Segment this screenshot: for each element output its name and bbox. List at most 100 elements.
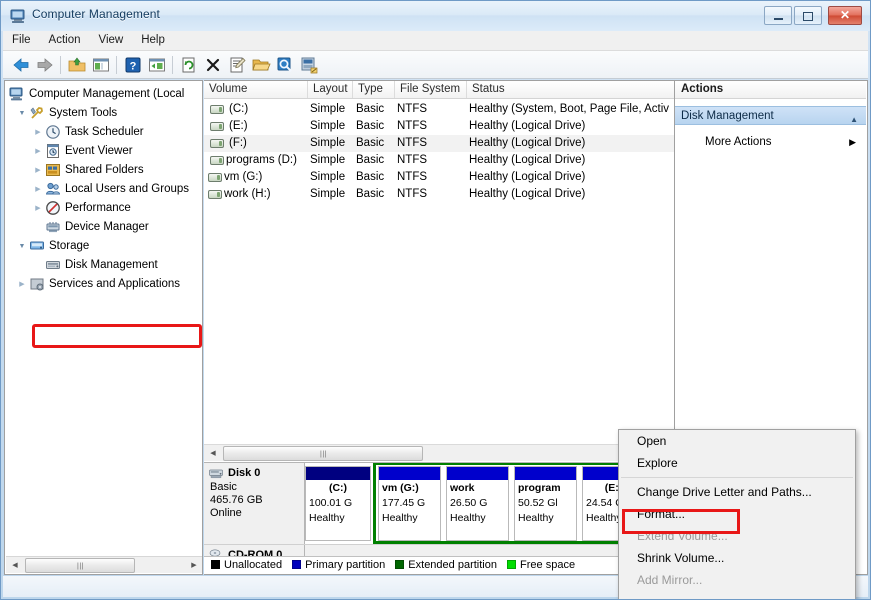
context-menu-item-format[interactable]: Format... bbox=[619, 503, 855, 525]
table-row[interactable]: programs (D:) Simple Basic NTFS Healthy … bbox=[204, 152, 674, 169]
menu-file[interactable]: File bbox=[3, 31, 40, 49]
legend-extended-partition: Extended partition bbox=[395, 559, 497, 571]
drive-icon bbox=[210, 156, 224, 165]
chevron-right-icon[interactable]: ▶ bbox=[33, 180, 43, 199]
clock-icon bbox=[46, 125, 60, 139]
cell-type: Basic bbox=[356, 137, 385, 149]
tree-label: Local Users and Groups bbox=[65, 183, 190, 195]
tree-label: Performance bbox=[65, 202, 131, 214]
chevron-up-icon[interactable]: ▲ bbox=[850, 111, 858, 129]
search-icon[interactable] bbox=[275, 55, 295, 75]
legend-swatch-unallocated bbox=[211, 560, 220, 569]
context-menu-item-explore[interactable]: Explore bbox=[619, 452, 855, 474]
menu-help[interactable]: Help bbox=[132, 31, 174, 49]
volume-list-horizontal-scrollbar[interactable]: ◀ ||| ▶ bbox=[204, 444, 674, 461]
cell-file-system: NTFS bbox=[397, 154, 428, 166]
partition-d-status: Healthy bbox=[518, 512, 554, 524]
column-header-volume[interactable]: Volume bbox=[204, 81, 308, 98]
column-header-layout[interactable]: Layout bbox=[308, 81, 353, 98]
context-menu-item-change-drive-letter[interactable]: Change Drive Letter and Paths... bbox=[619, 481, 855, 503]
table-row[interactable]: (C:) Simple Basic NTFS Healthy (System, … bbox=[204, 101, 674, 118]
properties-icon[interactable] bbox=[227, 55, 247, 75]
refresh-icon[interactable] bbox=[179, 55, 199, 75]
users-icon bbox=[45, 182, 61, 195]
scroll-left-arrow-icon[interactable]: ◀ bbox=[205, 446, 221, 461]
partition-c-label: (C:) bbox=[328, 482, 348, 494]
chevron-right-icon[interactable]: ▶ bbox=[33, 123, 43, 142]
disk0-partitions: (C:) 100.01 G Healthy vm (G:) 177.45 G H… bbox=[305, 463, 674, 544]
partition-c-status: Healthy bbox=[309, 512, 345, 524]
chevron-down-icon[interactable]: ▼ bbox=[17, 104, 27, 123]
disk0-capacity: 465.76 GB bbox=[210, 494, 263, 506]
cell-status: Healthy (Logical Drive) bbox=[469, 154, 586, 166]
rescan-disks-icon[interactable] bbox=[299, 55, 319, 75]
cell-type: Basic bbox=[356, 120, 385, 132]
volume-scroll-thumb[interactable]: ||| bbox=[223, 446, 423, 461]
system-tools-icon bbox=[30, 107, 43, 119]
show-hide-tree-icon[interactable] bbox=[91, 55, 111, 75]
context-menu-item-open[interactable]: Open bbox=[619, 430, 855, 452]
back-arrow-icon[interactable] bbox=[11, 55, 31, 75]
maximize-button[interactable] bbox=[794, 6, 822, 25]
minimize-button[interactable] bbox=[764, 6, 792, 25]
partition-legend: Unallocated Primary partition Extended p… bbox=[204, 556, 674, 574]
actions-group-label: Disk Management bbox=[681, 110, 774, 122]
partition-h[interactable]: work 26.50 G Healthy bbox=[446, 466, 509, 541]
chevron-down-icon[interactable]: ▼ bbox=[17, 237, 27, 256]
help-icon[interactable]: ? bbox=[123, 55, 143, 75]
chevron-right-icon[interactable]: ▶ bbox=[33, 161, 43, 180]
show-hide-action-pane-icon[interactable] bbox=[147, 55, 167, 75]
table-row[interactable]: (E:) Simple Basic NTFS Healthy (Logical … bbox=[204, 118, 674, 135]
partition-d-size: 50.52 Gl bbox=[518, 497, 558, 509]
menu-action[interactable]: Action bbox=[40, 31, 90, 49]
scroll-grip-icon: ||| bbox=[77, 563, 84, 570]
legend-label: Primary partition bbox=[305, 559, 386, 571]
actions-group-disk-management[interactable]: Disk Management ▲ bbox=[675, 106, 866, 125]
chevron-right-icon[interactable]: ▶ bbox=[33, 142, 43, 161]
disk-row-disk0[interactable]: Disk 0 Basic 465.76 GB Online (C:) 100.0… bbox=[204, 463, 674, 545]
scroll-right-arrow-icon[interactable]: ▶ bbox=[186, 558, 202, 573]
partition-g[interactable]: vm (G:) 177.45 G Healthy bbox=[378, 466, 441, 541]
tree-label: Task Scheduler bbox=[65, 126, 144, 138]
table-row[interactable]: vm (G:) Simple Basic NTFS Healthy (Logic… bbox=[204, 169, 674, 186]
cell-layout: Simple bbox=[310, 120, 346, 132]
column-header-file-system[interactable]: File System bbox=[395, 81, 467, 98]
column-header-status[interactable]: Status bbox=[467, 81, 674, 98]
chevron-right-icon[interactable]: ▶ bbox=[17, 275, 27, 294]
table-row[interactable]: (F:) Simple Basic NTFS Healthy (Logical … bbox=[204, 135, 674, 152]
cell-file-system: NTFS bbox=[397, 137, 428, 149]
legend-swatch-extended bbox=[395, 560, 405, 569]
cell-status: Healthy (Logical Drive) bbox=[469, 171, 586, 183]
chevron-right-icon[interactable]: ▶ bbox=[33, 199, 43, 218]
cell-volume: work (H:) bbox=[224, 188, 271, 200]
partition-h-label: work bbox=[450, 482, 475, 494]
device-manager-icon bbox=[46, 222, 60, 233]
partition-context-menu: Open Explore Change Drive Letter and Pat… bbox=[618, 429, 856, 599]
cell-layout: Simple bbox=[310, 137, 346, 149]
title-bar[interactable]: Computer Management ✕ bbox=[1, 1, 870, 31]
legend-primary-partition: Primary partition bbox=[292, 559, 385, 571]
table-row[interactable]: work (H:) Simple Basic NTFS Healthy (Log… bbox=[204, 186, 674, 203]
chevron-right-icon: ▶ bbox=[849, 137, 856, 147]
tree-label: Services and Applications bbox=[49, 278, 181, 290]
up-folder-icon[interactable] bbox=[67, 55, 87, 75]
partition-capacity-bar bbox=[379, 467, 440, 480]
open-folder-icon[interactable] bbox=[251, 55, 271, 75]
tree-scroll-thumb[interactable]: ||| bbox=[25, 558, 135, 573]
menu-view[interactable]: View bbox=[90, 31, 133, 49]
more-actions-item[interactable]: More Actions ▶ bbox=[675, 133, 866, 152]
forward-arrow-icon[interactable] bbox=[35, 55, 55, 75]
column-header-type[interactable]: Type bbox=[353, 81, 395, 98]
partition-d[interactable]: program 50.52 Gl Healthy bbox=[514, 466, 577, 541]
partition-g-status: Healthy bbox=[382, 512, 418, 524]
partition-c[interactable]: (C:) 100.01 G Healthy bbox=[305, 466, 371, 541]
close-button[interactable]: ✕ bbox=[828, 6, 862, 25]
delete-icon[interactable] bbox=[203, 55, 223, 75]
context-menu-item-shrink-volume[interactable]: Shrink Volume... bbox=[619, 547, 855, 569]
legend-label: Extended partition bbox=[408, 559, 497, 571]
scroll-left-arrow-icon[interactable]: ◀ bbox=[7, 558, 23, 573]
menu-bar: File Action View Help bbox=[3, 31, 868, 51]
storage-icon bbox=[30, 241, 44, 250]
cell-file-system: NTFS bbox=[397, 120, 428, 132]
tree-horizontal-scrollbar[interactable]: ◀ ||| ▶ bbox=[6, 556, 202, 573]
